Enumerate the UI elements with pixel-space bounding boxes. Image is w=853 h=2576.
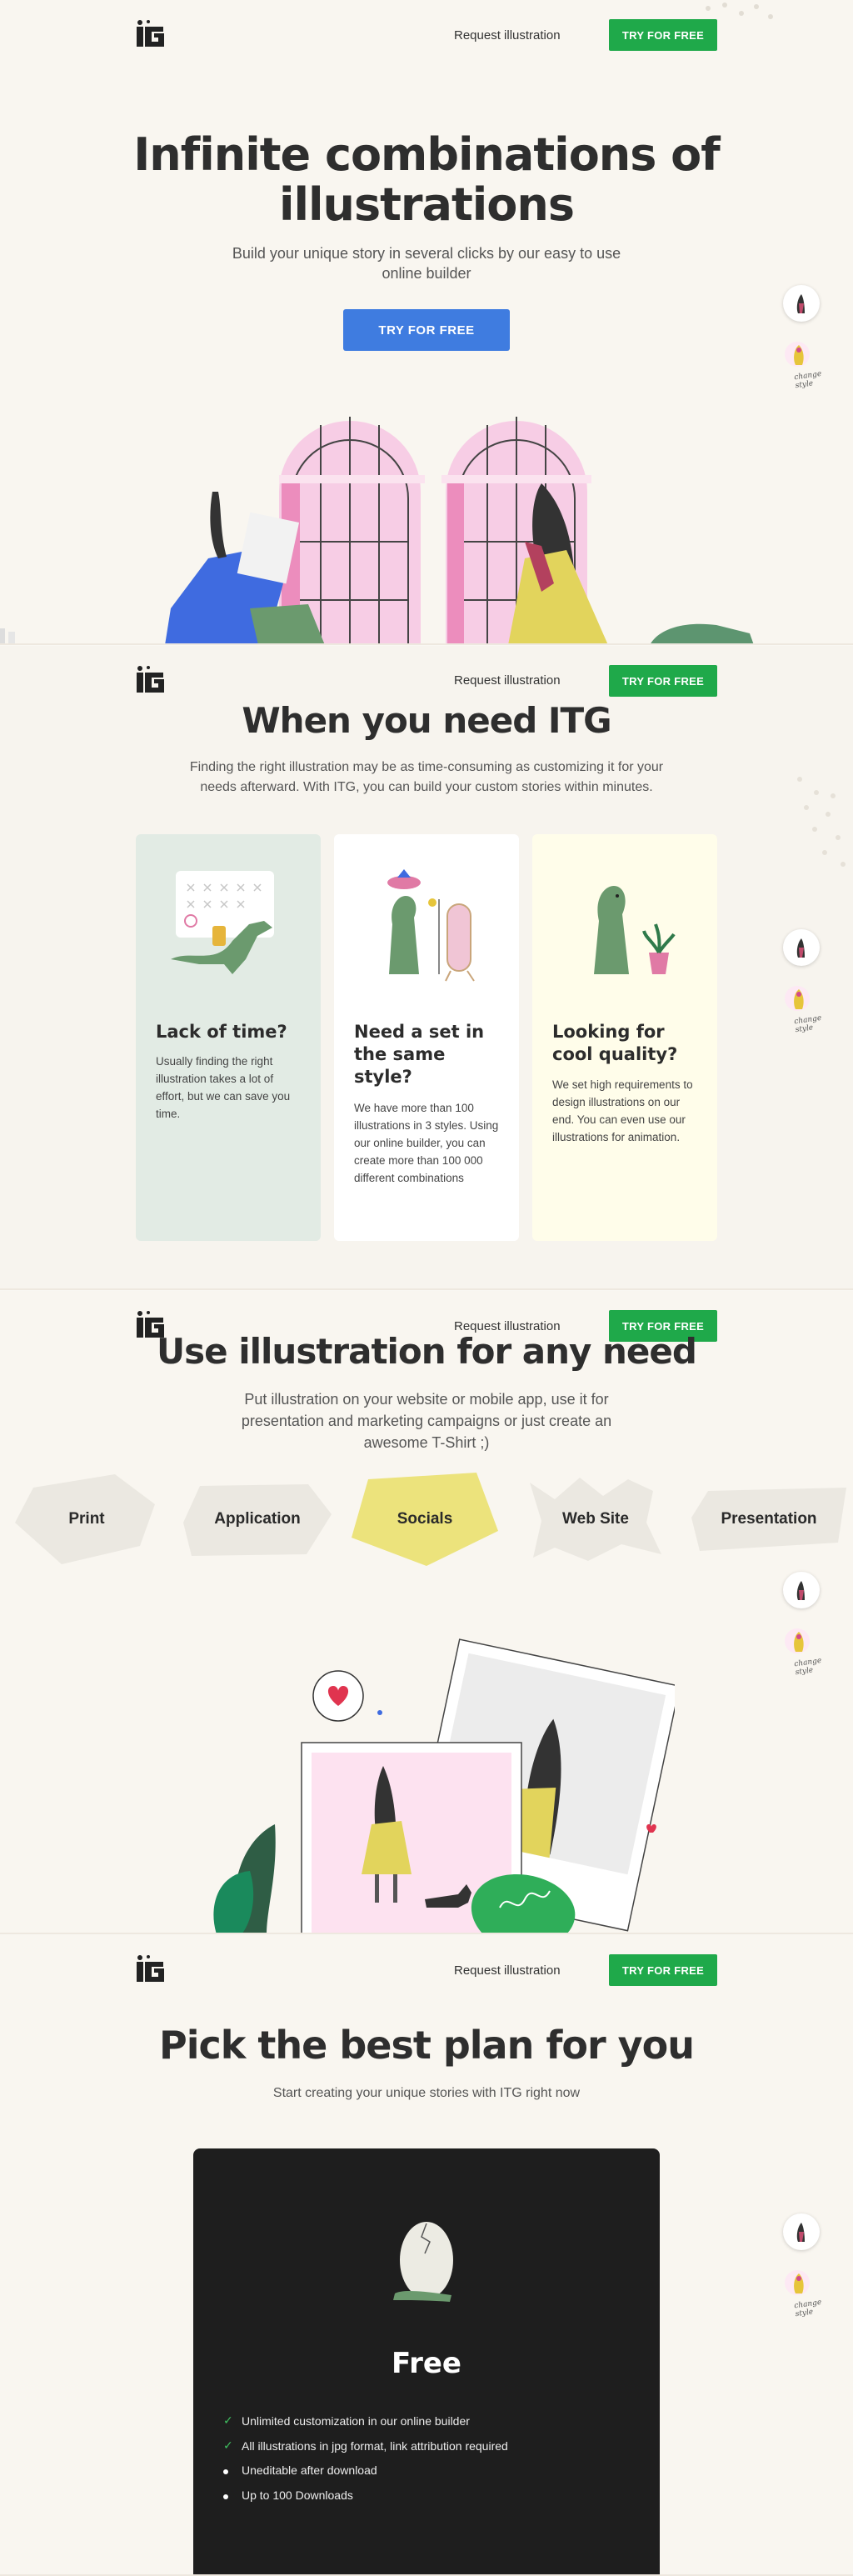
plan-feature-text: Unlimited customization in our online bu…: [242, 2413, 470, 2428]
card-lack-of-time: Lack of time? Usually finding the right …: [136, 834, 321, 1241]
hero-subtitle: Build your unique story in several click…: [0, 243, 853, 283]
request-illustration-link[interactable]: Request illustration: [454, 28, 561, 43]
character-avatar-icon[interactable]: [783, 2213, 820, 2250]
pill-application[interactable]: Application: [183, 1481, 332, 1558]
calendar-dino-illustration: [171, 871, 274, 974]
plans-subtitle: Start creating your unique stories with …: [272, 2086, 581, 2100]
card-title: Lack of time?: [156, 1022, 287, 1042]
plan-feature: Up to 100 Downloads: [223, 2488, 353, 2502]
need-subtitle-line2: needs afterward. With ITG, you can build…: [200, 780, 653, 794]
plan-feature: ✓ Unlimited customization in our online …: [223, 2413, 470, 2428]
plans-section: Request illustration TRY FOR FREE Pick t…: [0, 1935, 853, 2576]
request-illustration-link[interactable]: Request illustration: [454, 1963, 561, 1978]
style-swatch-icon: [794, 345, 804, 365]
bullet-icon: [223, 2488, 242, 2502]
pill-presentation[interactable]: Presentation: [691, 1488, 846, 1551]
card-title: Need a set in the same style?: [354, 1022, 485, 1087]
itg-logo[interactable]: [135, 1953, 168, 1987]
hero-title-line1: Infinite combinations of: [133, 128, 721, 181]
character-avatar-icon[interactable]: [783, 1572, 820, 1608]
need-title: When you need ITG: [242, 700, 611, 741]
itg-logo[interactable]: [135, 664, 168, 698]
character-avatar-icon[interactable]: [783, 929, 820, 966]
use-title: Use illustration for any need: [157, 1331, 697, 1372]
change-style-button[interactable]: change style: [783, 1628, 823, 1677]
pill-print[interactable]: Print: [15, 1471, 158, 1568]
plans-title: Pick the best plan for you: [159, 2023, 695, 2068]
check-icon: ✓: [223, 2413, 233, 2427]
need-subtitle: Finding the right illustration may be as…: [0, 758, 853, 798]
decorative-dots: [706, 3, 773, 19]
change-style-button[interactable]: change style: [783, 2270, 823, 2318]
use-subtitle: Put illustration on your website or mobi…: [0, 1388, 853, 1453]
dino-plant-illustration: [594, 886, 676, 974]
character-avatar-icon[interactable]: [783, 285, 820, 322]
top-nav-4: Request illustration TRY FOR FREE: [0, 1935, 853, 2007]
try-for-free-button[interactable]: TRY FOR FREE: [609, 1954, 717, 1986]
hero-subtitle-line1: Build your unique story in several click…: [232, 245, 621, 262]
change-style-label: change style: [793, 2298, 822, 2319]
check-icon: ✓: [223, 2438, 233, 2452]
need-subtitle-line1: Finding the right illustration may be as…: [189, 760, 664, 774]
change-style-button[interactable]: change style: [783, 342, 823, 390]
change-style-label: change style: [793, 1013, 822, 1035]
plan-name: Free: [392, 2347, 461, 2380]
request-illustration-link[interactable]: Request illustration: [454, 673, 561, 688]
side-style-widget[interactable]: change style: [783, 929, 823, 1034]
hero-title-line2: illustrations: [278, 178, 575, 231]
hero-section: Request illustration TRY FOR FREE Infini…: [0, 0, 853, 645]
pill-label: Web Site: [562, 1510, 629, 1528]
plan-feature-text: All illustrations in jpg format, link at…: [242, 2438, 508, 2453]
itg-logo[interactable]: [135, 18, 168, 52]
card-text: We set high requirements to design illus…: [552, 1078, 693, 1143]
pill-label: Socials: [397, 1510, 453, 1528]
style-swatch-icon: [794, 1632, 804, 1652]
card-same-style: Need a set in the same style? We have mo…: [334, 834, 519, 1241]
plan-feature-text: Uneditable after download: [242, 2463, 377, 2477]
use-subtitle-line1: Put illustration on your website or mobi…: [244, 1391, 609, 1408]
use-section: Request illustration TRY FOR FREE Use il…: [0, 1291, 853, 1934]
use-subtitle-line3: awesome T-Shirt ;): [363, 1434, 490, 1451]
style-swatch-icon: [794, 2273, 804, 2293]
try-for-free-button[interactable]: TRY FOR FREE: [609, 665, 717, 697]
plan-card-free[interactable]: Free ✓ Unlimited customization in our on…: [193, 2148, 660, 2574]
pill-label: Print: [68, 1510, 105, 1528]
side-style-widget[interactable]: change style: [783, 285, 823, 390]
hero-cta-button[interactable]: TRY FOR FREE: [343, 309, 510, 351]
use-subtitle-line2: presentation and marketing campaigns or …: [241, 1413, 612, 1429]
card-title: Looking for cool quality?: [552, 1022, 678, 1064]
egg-dino-icon: [393, 2222, 453, 2302]
pill-web-site[interactable]: Web Site: [530, 1478, 661, 1561]
plan-feature: Uneditable after download: [223, 2463, 377, 2477]
dino-mirror-illustration: [387, 869, 475, 982]
plan-feature: ✓ All illustrations in jpg format, link …: [223, 2438, 508, 2453]
decorative-dots: [797, 777, 846, 867]
card-text: Usually finding the right illustration t…: [156, 1055, 291, 1120]
card-text: We have more than 100 illustrations in 3…: [354, 1102, 499, 1184]
bullet-icon: [223, 2463, 242, 2477]
card-cool-quality: Looking for cool quality? We set high re…: [532, 834, 717, 1241]
use-illustration: [213, 1638, 675, 1933]
pill-socials[interactable]: Socials: [352, 1473, 498, 1566]
side-style-widget[interactable]: change style: [783, 2213, 823, 2318]
hero-title: Infinite combinations of illustrations: [0, 130, 853, 230]
hero-subtitle-line2: online builder: [382, 265, 471, 282]
pill-label: Presentation: [721, 1510, 817, 1528]
side-style-widget[interactable]: change style: [783, 1572, 823, 1677]
change-style-label: change style: [793, 369, 822, 391]
hero-illustration: [0, 417, 754, 643]
plan-feature-text: Up to 100 Downloads: [242, 2488, 353, 2502]
change-style-button[interactable]: change style: [783, 986, 823, 1034]
change-style-label: change style: [793, 1656, 822, 1678]
style-swatch-icon: [794, 989, 804, 1009]
pill-label: Application: [214, 1510, 301, 1528]
need-section: Request illustration TRY FOR FREE When y…: [0, 646, 853, 1290]
